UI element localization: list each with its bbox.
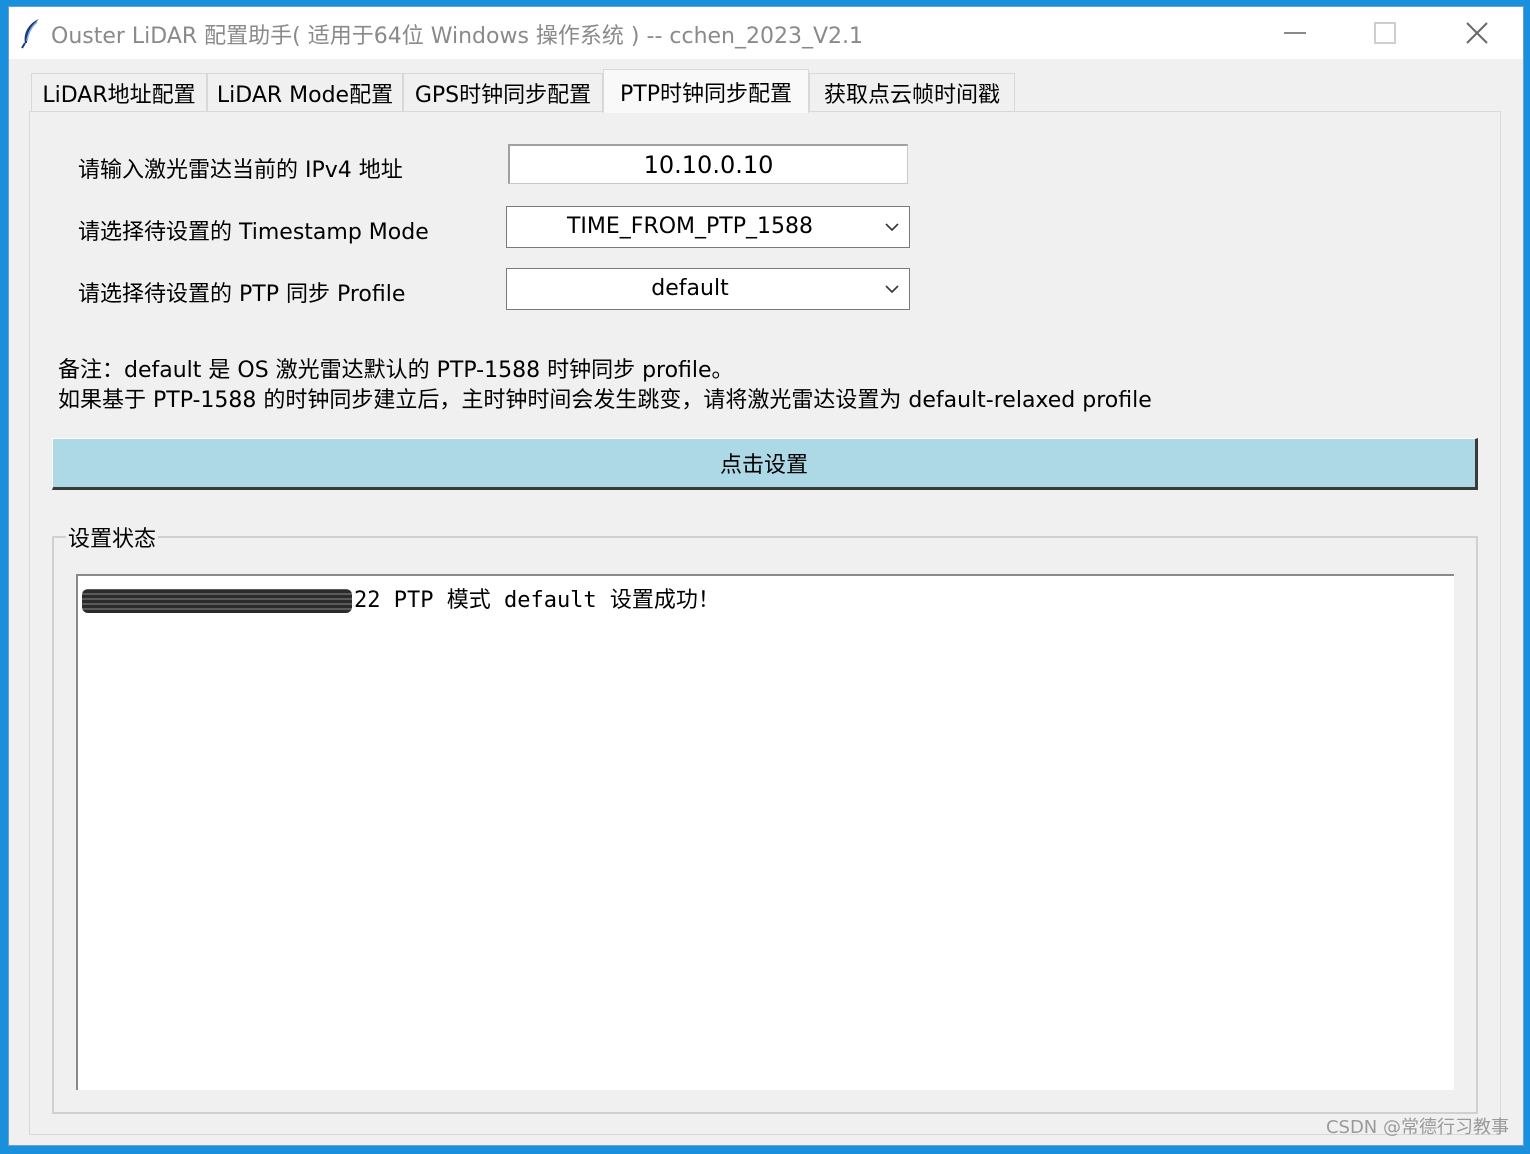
apply-settings-button[interactable]: 点击设置 [52,438,1478,490]
status-group: 设置状态 22 PTP 模式 default 设置成功！ [52,521,1478,1114]
tab-lidar-address[interactable]: LiDAR地址配置 [31,73,207,111]
tab-gps-sync[interactable]: GPS时钟同步配置 [403,73,603,111]
app-window: Ouster LiDAR 配置助手( 适用于64位 Windows 操作系统 )… [8,6,1524,1146]
maximize-button[interactable] [1339,7,1431,59]
ptp-config-panel: 请输入激光雷达当前的 IPv4 地址 请选择待设置的 Timestamp Mod… [29,111,1501,1135]
maximize-icon [1374,22,1396,44]
close-icon [1466,22,1488,44]
chevron-down-icon[interactable] [883,218,901,236]
note-line-2: 如果基于 PTP-1588 的时钟同步建立后，主时钟时间会发生跳变，请将激光雷达… [58,388,1152,413]
watermark: CSDN @常德行习教事 [1325,1117,1509,1138]
timestamp-mode-select[interactable]: TIME_FROM_PTP_1588 [506,206,910,248]
minimize-button[interactable] [1249,7,1341,59]
window-title: Ouster LiDAR 配置助手( 适用于64位 Windows 操作系统 )… [51,24,864,49]
ip-label: 请输入激光雷达当前的 IPv4 地址 [78,158,403,183]
minimize-icon [1284,32,1306,34]
ptp-profile-value: default [651,276,729,301]
feather-icon [21,19,39,49]
ptp-profile-label: 请选择待设置的 PTP 同步 Profile [78,282,406,307]
status-group-title: 设置状态 [66,521,159,553]
tab-lidar-mode[interactable]: LiDAR Mode配置 [207,73,403,111]
redacted-text [82,589,352,613]
tab-frame-timestamp[interactable]: 获取点云帧时间戳 [809,73,1015,111]
timestamp-mode-value: TIME_FROM_PTP_1588 [566,214,813,239]
timestamp-mode-label: 请选择待设置的 Timestamp Mode [78,220,429,245]
chevron-down-icon[interactable] [883,280,901,298]
close-button[interactable] [1431,7,1523,59]
note-line-1: 备注：default 是 OS 激光雷达默认的 PTP-1588 时钟同步 pr… [58,358,734,383]
status-message: 22 PTP 模式 default 设置成功！ [354,588,720,613]
title-bar[interactable]: Ouster LiDAR 配置助手( 适用于64位 Windows 操作系统 )… [9,7,1523,59]
tab-ptp-sync[interactable]: PTP时钟同步配置 [603,69,809,113]
ip-address-field[interactable] [508,144,908,184]
ptp-profile-select[interactable]: default [506,268,910,310]
status-output-textarea[interactable]: 22 PTP 模式 default 设置成功！ [76,574,1454,1090]
